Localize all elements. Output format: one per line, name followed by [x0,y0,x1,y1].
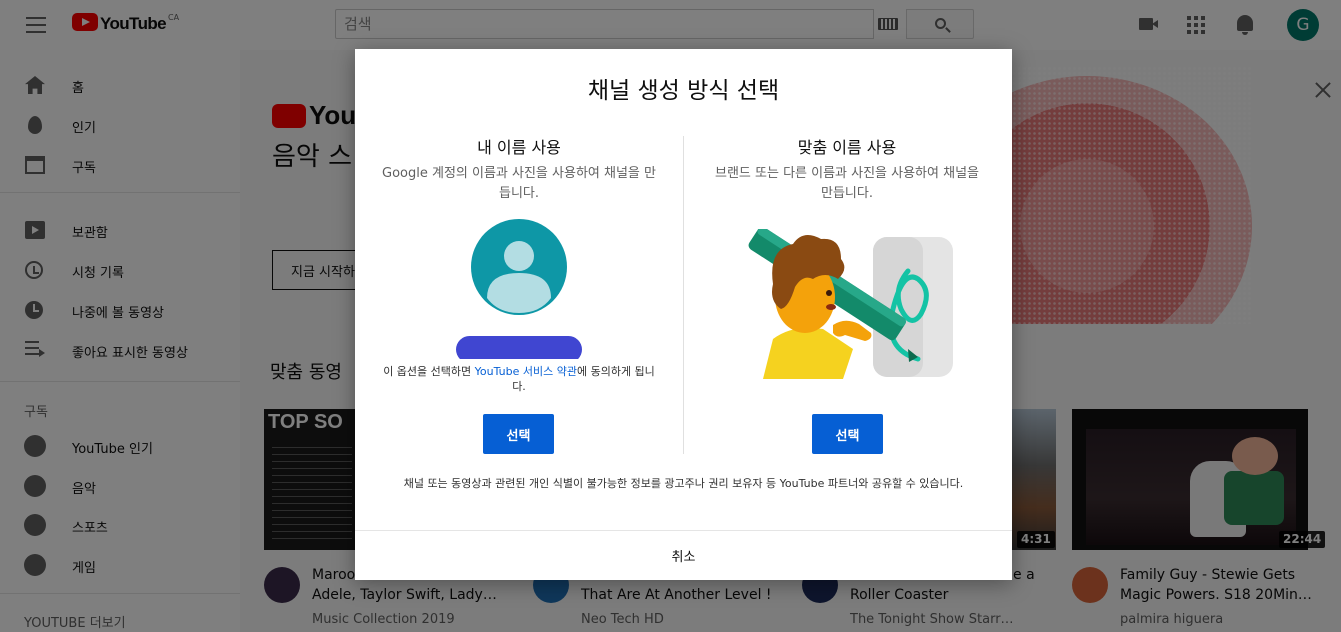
use-my-name-option: 내 이름 사용 Google 계정의 이름과 사진을 사용하여 채널을 만듭니다… [355,134,683,454]
terms-prefix: 이 옵션을 선택하면 [383,365,475,378]
personal-account-illustration [456,219,582,359]
cancel-button[interactable]: 취소 [355,531,1012,580]
use-custom-name-option: 맞춤 이름 사용 브랜드 또는 다른 이름과 사진을 사용하여 채널을 만듭니다… [683,134,1011,454]
brand-account-illustration [748,229,953,379]
select-my-name-button[interactable]: 선택 [483,414,554,454]
option-description: Google 계정의 이름과 사진을 사용하여 채널을 만듭니다. [382,166,656,201]
option-description: 브랜드 또는 다른 이름과 사진을 사용하여 채널을 만듭니다. [715,166,979,201]
option-title: 맞춤 이름 사용 [797,138,897,157]
terms-of-service-link[interactable]: YouTube 서비스 약관 [475,365,577,378]
create-channel-dialog: 채널 생성 방식 선택 내 이름 사용 Google 계정의 이름과 사진을 사… [355,49,1012,580]
option-title: 내 이름 사용 [477,138,561,157]
terms-notice: 이 옵션을 선택하면 YouTube 서비스 약관에 동의하게 됩니다. [379,364,659,394]
privacy-notice: 채널 또는 동영상과 관련된 개인 식별이 불가능한 정보를 광고주나 권리 보… [403,477,964,490]
dialog-title: 채널 생성 방식 선택 [587,78,780,104]
select-custom-name-button[interactable]: 선택 [812,414,883,454]
